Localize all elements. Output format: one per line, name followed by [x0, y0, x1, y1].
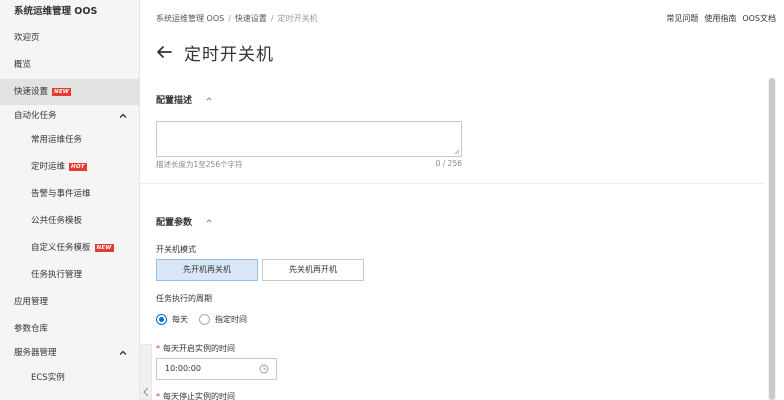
sidebar-title: 系统运维管理 OOS — [14, 6, 98, 17]
resize-grip-icon[interactable] — [454, 149, 460, 155]
clock-icon — [259, 364, 269, 374]
oos-docs-link[interactable]: OOS文档 — [742, 14, 776, 23]
new-badge: NEW — [94, 244, 114, 252]
sidebar-item-label: 应用管理 — [14, 297, 49, 307]
sidebar-item-label: 自动化任务 — [14, 111, 57, 121]
sidebar-item-parameter-store[interactable]: 参数仓库 — [0, 316, 139, 342]
sidebar-item-label: 自定义任务模板 — [31, 243, 91, 253]
radio-dot — [199, 314, 210, 325]
sidebar-item-label: 常用运维任务 — [31, 135, 83, 145]
sidebar-item-scheduled-ops[interactable]: 定时运维 HOT — [0, 154, 139, 180]
breadcrumb-item-current: 定时开关机 — [277, 14, 318, 23]
sidebar-item-quick-setup[interactable]: 快速设置 NEW — [0, 79, 139, 105]
scrollbar-thumb[interactable] — [769, 78, 775, 400]
sidebar-item-common-tasks[interactable]: 常用运维任务 — [0, 127, 139, 153]
content-panel: 配置描述 描述长度为1至256个字符 0 / 256 配置参数 开关机模式 先开… — [140, 78, 776, 400]
chevron-up-icon — [119, 113, 127, 118]
period-label: 任务执行的周期 — [156, 294, 212, 303]
section-divider — [140, 183, 764, 184]
start-time-input[interactable]: 10:00:00 — [156, 358, 277, 380]
sidebar-item-label: 任务执行管理 — [31, 270, 83, 280]
description-counter: 0 / 256 — [435, 159, 462, 168]
new-badge: NEW — [52, 88, 72, 96]
mode-option-stop-then-start[interactable]: 先关机再开机 — [262, 259, 364, 281]
mode-option-start-then-stop[interactable]: 先开机再关机 — [156, 259, 258, 281]
sidebar-item-app-management[interactable]: 应用管理 — [0, 289, 139, 315]
required-mark: * — [156, 392, 160, 400]
sidebar-item-alarm-events[interactable]: 告警与事件运维 — [0, 181, 139, 207]
breadcrumb-separator: / — [228, 14, 231, 23]
sidebar-item-label: ECS实例 — [31, 373, 65, 383]
sidebar-item-public-templates[interactable]: 公共任务模板 — [0, 208, 139, 234]
radio-label: 指定时间 — [215, 315, 247, 324]
start-time-label-text: 每天开启实例的时间 — [163, 344, 235, 353]
guide-link[interactable]: 使用指南 — [704, 14, 736, 23]
start-time-value: 10:00:00 — [165, 364, 201, 373]
sidebar-item-label: 概览 — [14, 60, 32, 70]
hot-badge: HOT — [69, 163, 87, 171]
sidebar-item-label: 服务器管理 — [14, 348, 57, 358]
breadcrumb: 系统运维管理 OOS / 快速设置 / 定时开关机 — [156, 13, 318, 24]
sidebar: 系统运维管理 OOS 欢迎页 概览 快速设置 NEW 自动化任务 常用运维任务 定… — [0, 0, 140, 400]
breadcrumb-item-oos[interactable]: 系统运维管理 OOS — [156, 14, 224, 23]
sidebar-item-ecs-instances[interactable]: ECS实例 — [0, 365, 139, 391]
description-textarea[interactable] — [156, 121, 462, 157]
radio-label: 每天 — [172, 315, 188, 324]
sidebar-item-task-executions[interactable]: 任务执行管理 — [0, 262, 139, 288]
period-radio-specified[interactable]: 指定时间 — [199, 314, 247, 326]
sidebar-item-label: 公共任务模板 — [31, 216, 83, 226]
start-time-label: * 每天开启实例的时间 — [156, 343, 235, 354]
sidebar-item-overview[interactable]: 概览 — [0, 52, 139, 78]
back-arrow-icon[interactable] — [156, 45, 172, 59]
chevron-up-icon — [119, 350, 127, 355]
sidebar-item-server-management[interactable]: 服务器管理 — [0, 340, 139, 366]
stop-time-label: * 每天停止实例的时间 — [156, 391, 235, 400]
breadcrumb-item-quick-setup[interactable]: 快速设置 — [235, 14, 267, 23]
scrollbar[interactable] — [768, 78, 776, 400]
sidebar-item-custom-templates[interactable]: 自定义任务模板 NEW — [0, 235, 139, 261]
required-mark: * — [156, 344, 160, 353]
section-title-config-desc: 配置描述 — [156, 96, 193, 106]
sidebar-item-label: 快速设置 — [14, 87, 49, 97]
sidebar-item-welcome[interactable]: 欢迎页 — [0, 25, 139, 51]
period-radio-daily[interactable]: 每天 — [156, 314, 188, 326]
sidebar-item-label: 告警与事件运维 — [31, 189, 91, 199]
sidebar-item-label: 定时运维 — [31, 162, 66, 172]
top-links: 常见问题 使用指南 OOS文档 — [660, 13, 776, 24]
caret-up-icon[interactable] — [205, 95, 213, 103]
sidebar-item-label: 参数仓库 — [14, 324, 49, 334]
faq-link[interactable]: 常见问题 — [666, 14, 698, 23]
section-title-config-params: 配置参数 — [156, 218, 193, 228]
page-title: 定时开关机 — [184, 45, 274, 65]
breadcrumb-separator: / — [270, 14, 274, 23]
sidebar-item-label: 欢迎页 — [14, 33, 40, 43]
radio-dot — [156, 314, 167, 325]
description-hint: 描述长度为1至256个字符 — [156, 160, 243, 169]
caret-up-icon[interactable] — [205, 217, 213, 225]
mode-label: 开关机模式 — [156, 245, 196, 254]
sidebar-item-automation[interactable]: 自动化任务 — [0, 103, 139, 129]
stop-time-label-text: 每天停止实例的时间 — [163, 392, 235, 400]
